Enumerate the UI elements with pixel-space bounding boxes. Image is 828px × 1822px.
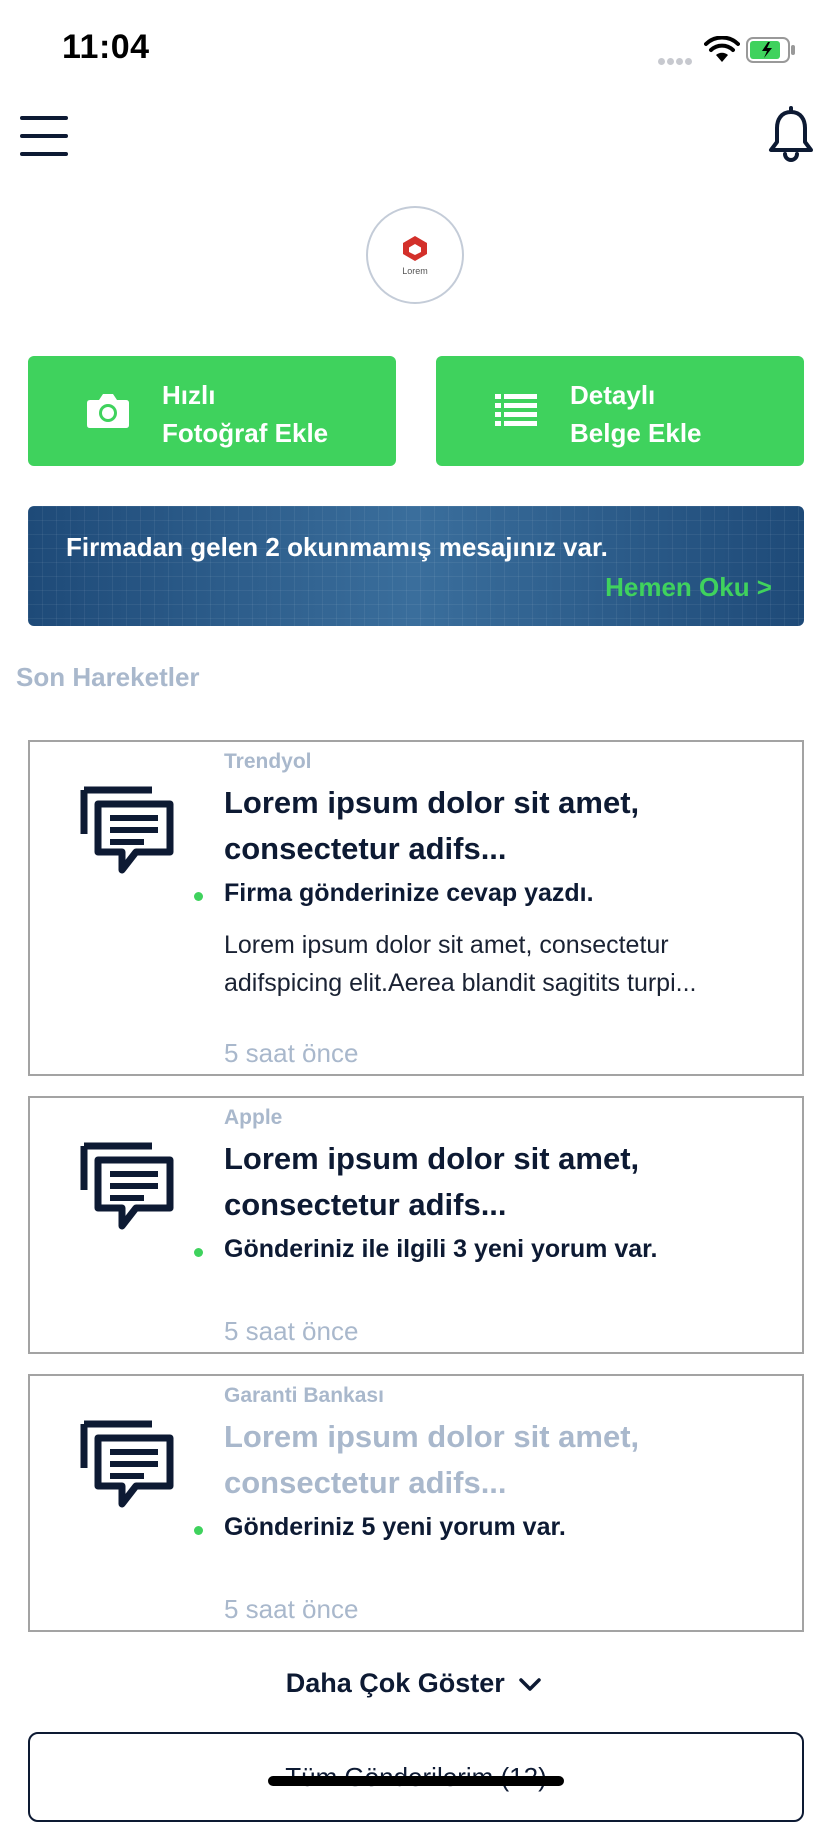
detailed-document-add-button[interactable]: Detaylı Belge Ekle [436,356,804,466]
logo-text: Lorem [402,266,428,276]
chevron-down-icon [519,1678,542,1691]
section-title: Son Hareketler [16,662,200,692]
card-title: Lorem ipsum dolor sit amet, consectetur … [224,1419,640,1500]
card-time: 5 saat önce [224,1316,359,1346]
battery-icon [746,37,795,63]
card-title: Lorem ipsum dolor sit amet, consectetur … [224,1141,640,1222]
unread-messages-banner[interactable]: Firmadan gelen 2 okunmamış mesajınız var… [28,506,804,626]
quick-photo-line2: Fotoğraf Ekle [162,418,329,448]
status-time: 11:04 [62,28,150,66]
card-status: Firma gönderinize cevap yazdı. [224,879,594,907]
card-status: Gönderiniz ile ilgili 3 yeni yorum var. [224,1235,658,1263]
company-logo[interactable]: Lorem [366,206,464,304]
status-dot [194,1248,203,1257]
signal-icon [658,52,694,70]
message-icon [80,1420,174,1508]
status-dot [194,892,203,901]
wifi-icon [704,36,740,62]
logo-mark-icon [403,236,427,261]
status-dot [194,1526,203,1535]
camera-icon [87,394,129,428]
bell-icon[interactable] [766,106,816,166]
detailed-doc-line1: Detaylı [570,380,656,410]
card-title: Lorem ipsum dolor sit amet, consectetur … [224,785,640,866]
card-time: 5 saat önce [224,1594,359,1624]
message-icon [80,786,174,874]
show-more-label: Daha Çok Göster [285,1668,505,1698]
hamburger-menu-icon[interactable] [20,116,68,156]
card-time: 5 saat önce [224,1038,359,1068]
card-company: Apple [224,1106,283,1129]
home-indicator [268,1776,564,1786]
list-icon [495,394,537,426]
card-company: Trendyol [224,750,312,773]
status-bar: 11:04 [0,0,828,100]
read-now-link[interactable]: Hemen Oku > [605,572,772,603]
banner-message: Firmadan gelen 2 okunmamış mesajınız var… [66,532,608,562]
quick-photo-line1: Hızlı [162,380,216,410]
detailed-doc-line2: Belge Ekle [570,418,702,448]
card-company: Garanti Bankası [224,1384,384,1407]
card-status: Gönderiniz 5 yeni yorum var. [224,1513,566,1541]
activity-card[interactable]: Trendyol Lorem ipsum dolor sit amet, con… [28,740,804,1076]
quick-photo-add-button[interactable]: Hızlı Fotoğraf Ekle [28,356,396,466]
show-more-button[interactable]: Daha Çok Göster [0,1668,828,1699]
activity-card[interactable]: Apple Lorem ipsum dolor sit amet, consec… [28,1096,804,1354]
activity-card[interactable]: Garanti Bankası Lorem ipsum dolor sit am… [28,1374,804,1632]
card-description: Lorem ipsum dolor sit amet, consectetur … [224,931,697,997]
message-icon [80,1142,174,1230]
